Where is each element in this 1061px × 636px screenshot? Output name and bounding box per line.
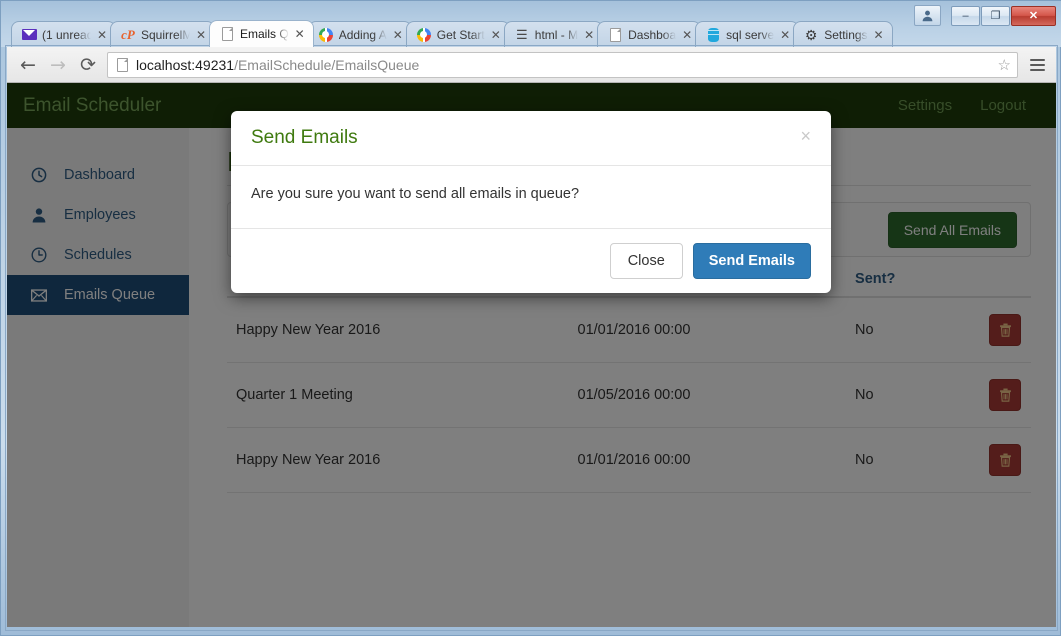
tab-title: Settings — [824, 27, 868, 42]
confirm-send-emails-button[interactable]: Send Emails — [692, 243, 811, 279]
browser-tab[interactable]: Emails Q ✕ — [209, 20, 314, 47]
browser-tab[interactable]: ☰ html - M ✕ — [503, 21, 604, 47]
page-viewport: Email Scheduler Settings Logout Dashboar… — [7, 83, 1056, 627]
tab-title: (1 unread — [42, 27, 91, 42]
gear-icon: ⚙ — [804, 26, 818, 43]
database-icon — [705, 27, 721, 43]
browser-window: (1 unread ✕ cP SquirrelM ✕ Emails Q ✕ Adding A ✕… — [0, 0, 1061, 636]
browser-tab[interactable]: cP SquirrelM ✕ — [110, 21, 215, 47]
address-bar-url: localhost:49231/EmailSchedule/EmailsQueu… — [136, 57, 419, 73]
tab-title: Dashboa — [628, 27, 677, 42]
url-path: /EmailSchedule/EmailsQueue — [234, 56, 420, 73]
java-icon: ☰ — [515, 27, 528, 42]
tab-title: SquirrelM — [141, 27, 190, 42]
browser-tab[interactable]: sql serve ✕ — [695, 21, 800, 47]
web-page: Email Scheduler Settings Logout Dashboar… — [7, 83, 1056, 627]
back-button[interactable]: ← — [13, 51, 43, 79]
tab-close-icon[interactable]: ✕ — [194, 28, 208, 42]
tab-close-icon[interactable]: ✕ — [680, 28, 694, 42]
tab-close-icon[interactable]: ✕ — [489, 28, 503, 42]
modal-title: Send Emails — [251, 127, 358, 148]
bookmark-star-icon[interactable]: ☆ — [998, 56, 1011, 74]
tab-title: Get Start — [436, 27, 485, 42]
forward-button[interactable]: → — [43, 51, 73, 79]
tab-title: Emails Q — [240, 27, 289, 41]
tab-close-icon[interactable]: ✕ — [872, 28, 886, 42]
menu-line — [1029, 58, 1045, 61]
tab-close-icon[interactable]: ✕ — [391, 28, 405, 42]
tab-close-icon[interactable]: ✕ — [95, 28, 109, 42]
tab-close-icon[interactable]: ✕ — [293, 27, 307, 41]
send-emails-modal: Send Emails × Are you sure you want to s… — [231, 111, 831, 293]
browser-tab[interactable]: Get Start ✕ — [405, 21, 510, 47]
tab-close-icon[interactable]: ✕ — [582, 28, 596, 42]
document-icon — [219, 26, 235, 42]
window-titlebar: (1 unread ✕ cP SquirrelM ✕ Emails Q ✕ Adding A ✕… — [1, 1, 1061, 47]
menu-line — [1029, 63, 1045, 66]
tab-close-icon[interactable]: ✕ — [778, 28, 792, 42]
tab-title: sql serve — [726, 27, 775, 42]
envelope-icon — [21, 27, 37, 43]
maximize-button[interactable]: ❐ — [981, 5, 1010, 26]
menu-line — [1029, 68, 1045, 71]
reload-button[interactable]: ⟳ — [73, 51, 103, 79]
browser-menu-icon[interactable] — [1024, 52, 1050, 78]
modal-footer: Close Send Emails — [231, 228, 831, 293]
url-host: localhost:49231 — [136, 56, 235, 73]
close-window-button[interactable]: ✕ — [1011, 5, 1056, 26]
browser-tab[interactable]: Adding A ✕ — [307, 21, 412, 47]
close-icon[interactable]: × — [800, 127, 811, 145]
chrome-ring-icon — [318, 27, 334, 43]
page-favicon — [114, 57, 130, 73]
tab-title: Adding A — [338, 27, 387, 42]
browser-tab[interactable]: Dashboa ✕ — [597, 21, 702, 47]
close-button[interactable]: Close — [609, 243, 683, 279]
tab-strip: (1 unread ✕ cP SquirrelM ✕ Emails Q ✕ Adding A ✕… — [11, 20, 893, 47]
chrome-ring-icon — [416, 27, 432, 43]
browser-tab[interactable]: (1 unread ✕ — [11, 21, 116, 47]
document-icon — [607, 27, 623, 43]
user-profile-button[interactable] — [914, 5, 941, 26]
browser-toolbar: ← → ⟳ localhost:49231/EmailSchedule/Emai… — [7, 47, 1056, 83]
modal-header: Send Emails × — [231, 111, 831, 166]
browser-tab[interactable]: ⚙ Settings ✕ — [793, 21, 893, 47]
person-icon — [922, 10, 933, 22]
tab-title: html - M — [534, 27, 579, 42]
window-controls: – ❐ ✕ — [914, 5, 1056, 26]
modal-body-text: Are you sure you want to send all emails… — [251, 186, 580, 202]
cpanel-icon: cP — [121, 27, 135, 42]
address-bar[interactable]: localhost:49231/EmailSchedule/EmailsQueu… — [107, 51, 1018, 78]
minimize-button[interactable]: – — [951, 5, 980, 26]
